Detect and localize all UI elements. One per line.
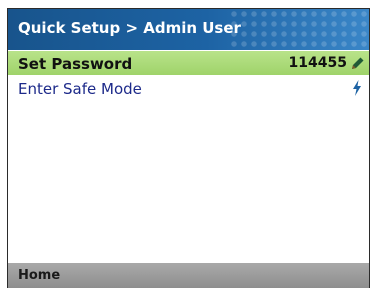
pencil-icon [352,57,364,69]
lightning-bolt-icon [353,80,361,96]
menu-item-label: Enter Safe Mode [18,80,142,98]
title-bar: Quick Setup > Admin User [8,9,369,50]
password-value: 114455 [288,55,347,71]
menu-item-label: Set Password [18,55,133,73]
title-bar-dot-pattern [229,9,369,50]
menu-item-enter-safe-mode[interactable]: Enter Safe Mode [8,76,369,100]
footer-bar: Home [8,263,369,288]
menu-item-set-password[interactable]: Set Password 114455 [8,51,369,75]
home-softkey[interactable]: Home [18,268,60,283]
device-screen: Quick Setup > Admin User Set Password 11… [7,8,370,288]
page-title: Quick Setup > Admin User [18,19,241,37]
